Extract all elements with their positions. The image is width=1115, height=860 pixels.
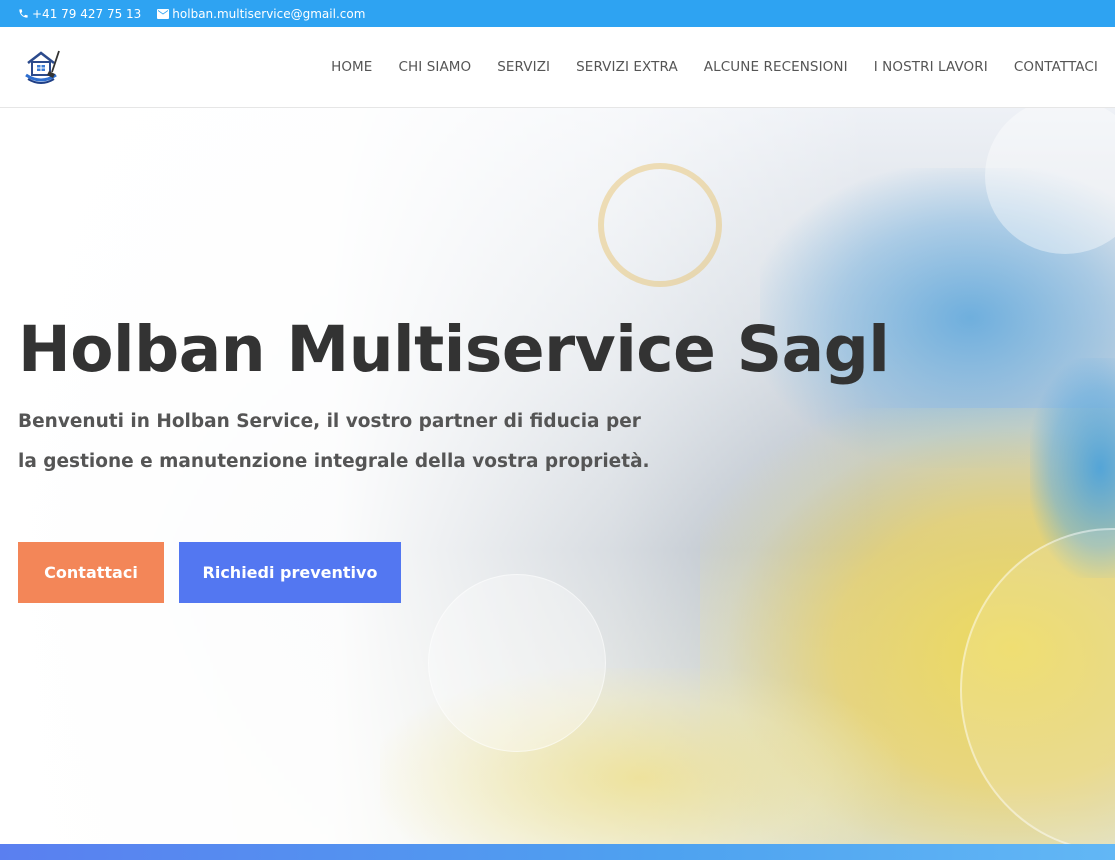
phone-icon [18,8,32,19]
hero-section: Holban Multiservice Sagl Benvenuti in Ho… [0,108,1115,844]
nav-contattaci[interactable]: CONTATTACI [1014,59,1098,75]
phone-contact[interactable]: +41 79 427 75 13 [18,7,141,21]
top-bar: +41 79 427 75 13 holban.multiservice@gma… [0,0,1115,27]
nav-home[interactable]: HOME [331,59,372,75]
email-address: holban.multiservice@gmail.com [172,6,366,21]
nav-servizi[interactable]: SERVIZI [497,59,550,75]
nav-servizi-extra[interactable]: SERVIZI EXTRA [576,59,678,75]
nav-chi-siamo[interactable]: CHI SIAMO [398,59,471,75]
envelope-icon [157,8,172,19]
nav-i-nostri-lavori[interactable]: I NOSTRI LAVORI [874,59,988,75]
house-broom-logo[interactable] [22,47,64,87]
email-contact[interactable]: holban.multiservice@gmail.com [157,7,365,21]
decorative-bubble [598,163,722,287]
main-navigation: HOME CHI SIAMO SERVIZI SERVIZI EXTRA ALC… [305,27,1098,107]
site-header: HOME CHI SIAMO SERVIZI SERVIZI EXTRA ALC… [0,27,1115,108]
request-quote-button[interactable]: Richiedi preventivo [179,542,401,603]
hero-title: Holban Multiservice Sagl [18,313,890,386]
section-divider-strip [0,844,1115,860]
phone-number: +41 79 427 75 13 [32,6,142,21]
hero-description: Benvenuti in Holban Service, il vostro p… [18,411,650,472]
decorative-bubble [428,574,606,752]
nav-alcune-recensioni[interactable]: ALCUNE RECENSIONI [704,59,848,75]
contact-button[interactable]: Contattaci [18,542,164,603]
